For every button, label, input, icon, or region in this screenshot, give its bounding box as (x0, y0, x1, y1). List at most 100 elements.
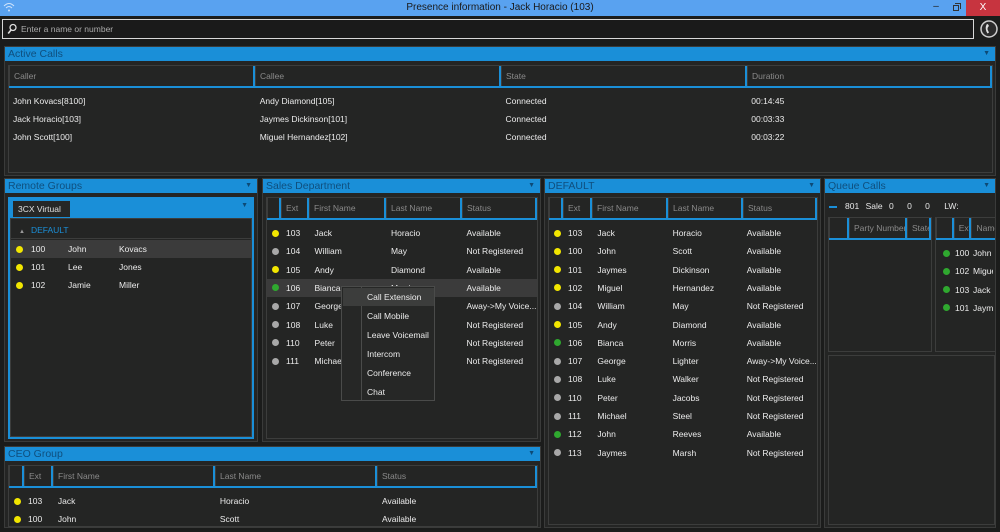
queue-calls-panel: Queue Calls ▼ 801 Sale 0 0 0 LW: Party N… (824, 178, 996, 528)
column-header-ext[interactable]: Ext (563, 198, 592, 218)
cell-ext: 103 (568, 228, 583, 238)
column-header-first-name[interactable]: First Name (309, 198, 386, 218)
cell-last-name: May (672, 301, 689, 312)
tab-dropdown-icon[interactable]: ▼ (241, 202, 248, 209)
status-indicator-icon (554, 375, 561, 383)
status-indicator-icon (16, 281, 23, 289)
list-item[interactable]: 102Miguel (936, 262, 995, 280)
menu-item-call-mobile[interactable]: Call Mobile (343, 307, 434, 325)
column-header-ext[interactable]: Ext (953, 218, 972, 238)
column-header-state[interactable]: State (907, 218, 931, 238)
restore-button[interactable] (946, 0, 966, 16)
dropdown-caret-icon[interactable]: ▼ (983, 47, 990, 61)
search-input[interactable] (21, 22, 961, 36)
list-item[interactable]: 101 Lee Jones (11, 258, 251, 276)
table-row[interactable]: 103 Jack Horacio Available (267, 224, 537, 242)
phone-icon[interactable] (980, 20, 998, 38)
cell-status: Away->My Voice... (466, 301, 537, 312)
dropdown-caret-icon[interactable]: ▼ (528, 447, 535, 461)
collapse-icon: ▲ (19, 229, 25, 235)
cell-ext: 108 (286, 319, 301, 330)
column-header-last-name[interactable]: Last Name (215, 466, 377, 486)
group-expander-default[interactable]: ▲ DEFAULT (11, 221, 251, 239)
dropdown-caret-icon[interactable]: ▼ (528, 179, 535, 193)
table-row[interactable]: John Scott[100] Miguel Hernandez[102] Conn… (9, 128, 992, 146)
column-header-state[interactable]: State (501, 66, 747, 86)
cell-ext: 102 (568, 282, 583, 293)
minimize-button[interactable]: – (926, 0, 946, 16)
column-header-status[interactable]: Status (462, 198, 537, 218)
table-row[interactable]: 100 John Scott Available (9, 510, 537, 528)
table-row[interactable]: 113 Jaymes Marsh Not Registered (549, 444, 817, 462)
table-row[interactable]: 110 Peter Jacobs Not Registered (549, 389, 817, 407)
table-row[interactable]: 103 Jack Horacio Available (9, 492, 537, 510)
cell-last-name: Kovacs (119, 244, 147, 254)
remote-groups-header[interactable]: Remote Groups ▼ (5, 179, 257, 193)
table-row[interactable]: 108 Luke Walker Not Registered (549, 370, 817, 388)
cell-state: Connected (505, 114, 547, 124)
list-item[interactable]: 100 John (936, 244, 995, 262)
cell-last-name: Jones (119, 262, 142, 272)
tab-3cx-virtual[interactable]: 3CX Virtual (13, 201, 70, 217)
sales-department-title: Sales Department (266, 180, 351, 192)
column-header-last-name[interactable]: Last Name (668, 198, 743, 218)
column-header-callee[interactable]: Callee (255, 66, 501, 86)
table-row[interactable]: 105 Andy Diamond Available (549, 316, 817, 334)
cell-name: Jack H (973, 284, 993, 295)
list-item[interactable]: 101Jaymes (936, 299, 995, 317)
list-item[interactable]: 102 Jamie Miller (11, 276, 251, 294)
default-group-header[interactable]: DEFAULT ▼ (545, 179, 820, 193)
menu-item-conference[interactable]: Conference (343, 364, 434, 382)
search-icon (7, 23, 17, 34)
collapse-queue-icon[interactable] (829, 205, 837, 208)
column-header-first-name[interactable]: First Name (53, 466, 215, 486)
queue-calls-header[interactable]: Queue Calls ▼ (825, 179, 995, 193)
menu-item-intercom[interactable]: Intercom (343, 345, 434, 363)
queue-summary-row[interactable]: 801 Sale 0 0 0 LW: (829, 199, 995, 213)
ceo-group-header[interactable]: CEO Group ▼ (5, 447, 540, 461)
column-header-ext[interactable]: Ext (24, 466, 53, 486)
table-row[interactable]: 111 Michael Steel Not Registered (549, 407, 817, 425)
column-header-party-number[interactable]: Party Number (849, 218, 907, 238)
table-row[interactable]: 104 William May Not Registered (549, 297, 817, 315)
menu-item-call-extension[interactable]: Call Extension (343, 288, 434, 306)
column-header-name[interactable]: Name (971, 218, 995, 238)
remote-group-list: ▲ DEFAULT 100 John Kovacs 101 Lee Jones 102 Jami… (10, 218, 252, 437)
status-indicator-icon (554, 284, 561, 292)
list-item[interactable]: 100 John Kovacs (11, 240, 251, 258)
table-row[interactable]: 104 William May Not Registered (267, 242, 537, 260)
cell-ext: 105 (286, 264, 301, 275)
table-row[interactable]: 105 Andy Diamond Available (267, 261, 537, 279)
table-row[interactable]: Jack Horacio[103] Jaymes Dickinson[101] Co… (9, 110, 992, 128)
column-header-last-name[interactable]: Last Name (386, 198, 462, 218)
column-header-duration[interactable]: Duration (747, 66, 992, 86)
cell-ext: 113 (568, 447, 582, 458)
table-row[interactable]: 101 Jaymes Dickinson Available (549, 261, 817, 279)
column-header-status[interactable]: Status (743, 198, 817, 218)
table-row[interactable]: 107 George Lighter Away->My Voice... (549, 352, 817, 370)
cell-status: Available (746, 282, 782, 293)
dropdown-caret-icon[interactable]: ▼ (983, 179, 990, 193)
dropdown-caret-icon[interactable]: ▼ (245, 179, 252, 193)
list-item[interactable]: 103Jack H (936, 281, 995, 299)
cell-ext: 100 (31, 244, 46, 254)
table-row[interactable]: John Kovacs[8100] Andy Diamond[105] Connec… (9, 92, 992, 110)
table-row[interactable]: 106 Bianca Morris Available (549, 334, 817, 352)
active-calls-header[interactable]: Active Calls ▼ (5, 47, 995, 61)
cell-first-name: Jaymes (597, 264, 627, 275)
cell-last-name: Scott (219, 514, 240, 525)
table-row[interactable]: 100 John Scott Available (549, 242, 817, 260)
menu-item-chat[interactable]: Chat (343, 383, 434, 401)
sales-department-header[interactable]: Sales Department ▼ (263, 179, 540, 193)
column-header-ext[interactable]: Ext (281, 198, 309, 218)
menu-item-leave-voicemail[interactable]: Leave Voicemail (343, 326, 434, 344)
table-row[interactable]: 112 John Reeves Available (549, 425, 817, 443)
dropdown-caret-icon[interactable]: ▼ (808, 179, 815, 193)
table-row[interactable]: 103 Jack Horacio Available (549, 224, 817, 242)
table-row[interactable]: 102 Miguel Hernandez Available (549, 279, 817, 297)
active-calls-panel: Active Calls ▼ Caller Callee State Durat… (4, 46, 996, 176)
column-header-status[interactable]: Status (377, 466, 537, 486)
close-button[interactable]: X (966, 0, 1000, 16)
column-header-caller[interactable]: Caller (9, 66, 255, 86)
column-header-first-name[interactable]: First Name (592, 198, 668, 218)
